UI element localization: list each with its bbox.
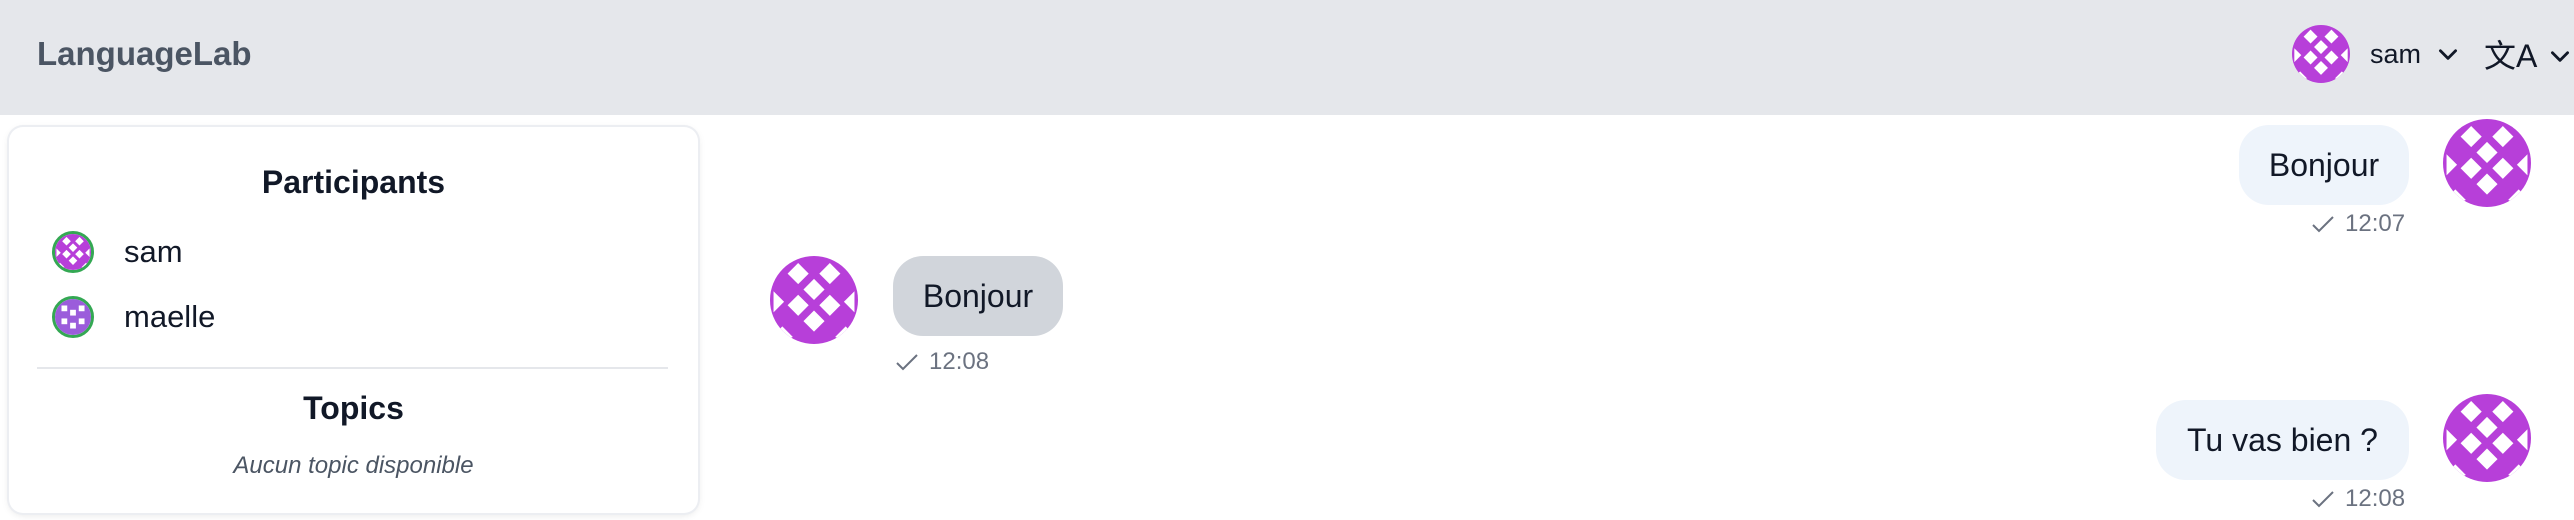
participant-name: sam xyxy=(124,234,183,269)
check-icon xyxy=(896,354,918,371)
sender-avatar-icon xyxy=(2443,394,2531,482)
participant-item[interactable]: maelle xyxy=(52,295,215,339)
message-meta: 12:08 xyxy=(2311,485,2405,513)
topics-title: Topics xyxy=(303,390,404,426)
message-bubble-sent: Bonjour xyxy=(2239,125,2409,205)
participant-avatar-icon xyxy=(52,231,94,273)
message-time: 12:08 xyxy=(2345,485,2406,512)
check-icon xyxy=(2312,491,2334,508)
top-navbar: LanguageLab sam 文A xyxy=(0,0,2574,115)
message-bubble-received: Bonjour xyxy=(893,256,1063,336)
message-meta: 12:08 xyxy=(895,348,989,376)
message-meta: 12:07 xyxy=(2311,210,2405,238)
chevron-down-icon xyxy=(2551,51,2570,62)
user-menu-button[interactable]: sam xyxy=(2292,24,2461,84)
app-logo[interactable]: LanguageLab xyxy=(37,34,252,74)
user-name-label: sam xyxy=(2370,38,2422,69)
message-bubble-sent: Tu vas bien ? xyxy=(2156,400,2409,480)
translate-icon: 文A xyxy=(2484,38,2538,74)
user-avatar-icon xyxy=(2292,25,2350,83)
participant-item[interactable]: sam xyxy=(52,230,183,274)
participants-title: Participants xyxy=(261,164,446,200)
sender-avatar-icon xyxy=(2443,119,2531,207)
check-icon xyxy=(2312,216,2334,233)
participant-name: maelle xyxy=(124,299,216,334)
message-time: 12:07 xyxy=(2345,210,2406,237)
topics-empty-state: Aucun topic disponible xyxy=(233,452,474,479)
chevron-down-icon xyxy=(2439,49,2458,60)
sender-avatar-icon xyxy=(770,256,858,344)
section-divider xyxy=(37,367,668,369)
language-menu-button[interactable]: 文A xyxy=(2484,34,2573,78)
message-time: 12:08 xyxy=(929,348,990,375)
participant-avatar-icon xyxy=(52,296,94,338)
